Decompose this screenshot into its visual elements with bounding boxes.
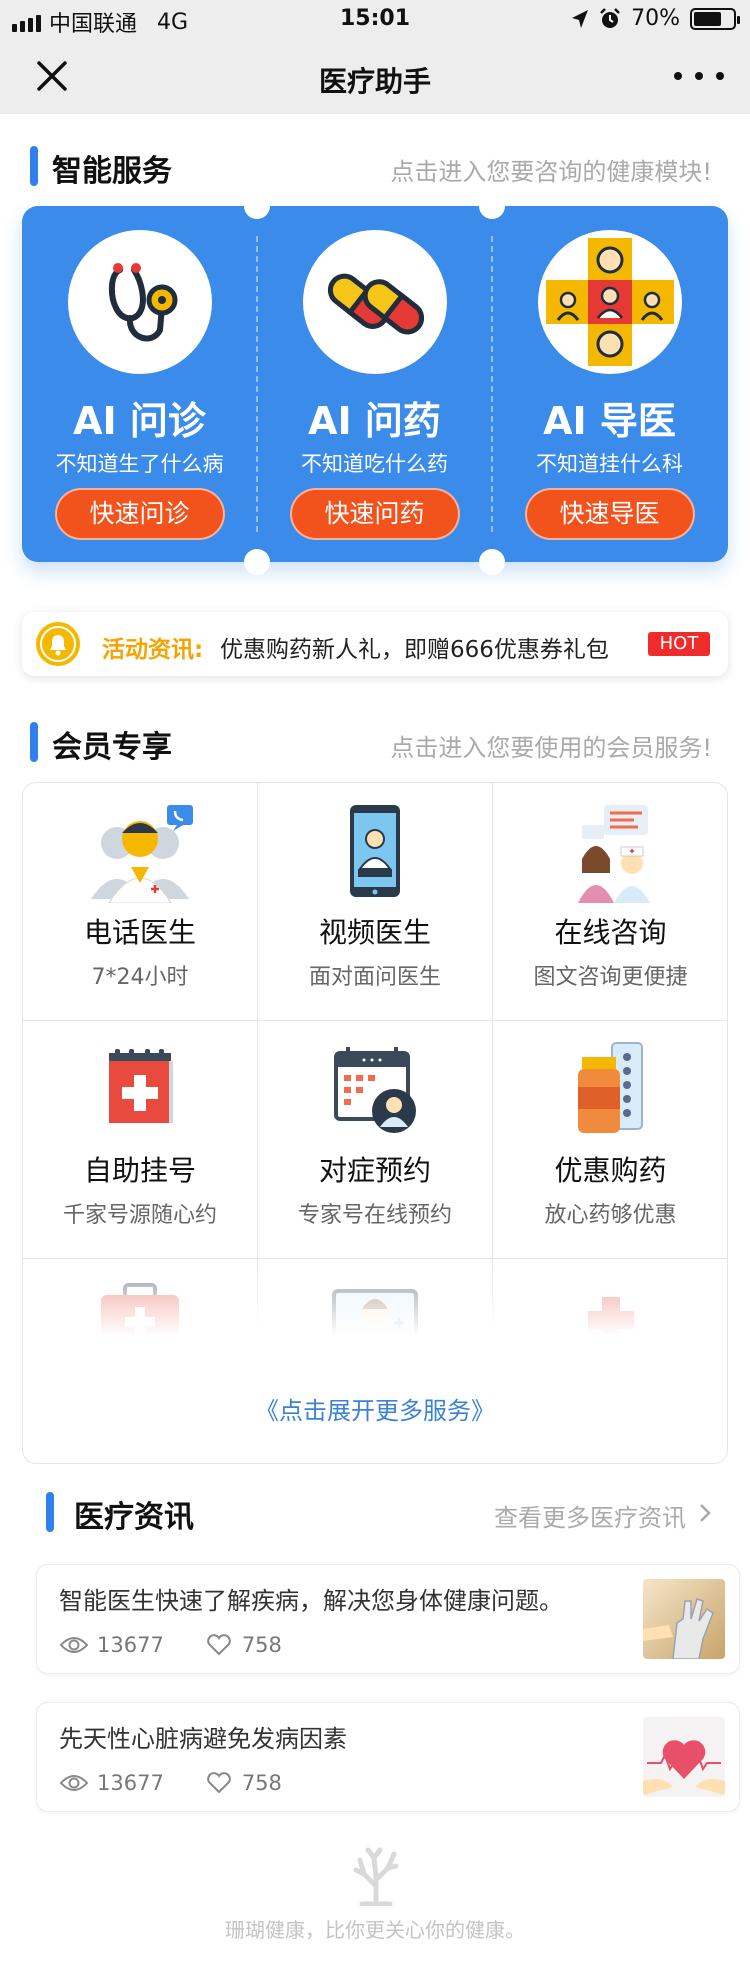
medical-news-title: 医疗资讯	[74, 1500, 194, 1535]
self-register-item[interactable]: 自助挂号 千家号源随心约	[23, 1021, 258, 1259]
bell-icon	[36, 622, 80, 666]
symptom-appointment-title: 对症预约	[318, 1154, 431, 1187]
more-news-link[interactable]: 查看更多医疗资讯	[494, 1498, 686, 1533]
hot-badge: HOT	[648, 632, 710, 656]
heart-icon[interactable]	[204, 1772, 234, 1794]
section-accent-bar	[30, 146, 38, 186]
news-meta: 13677 758	[59, 1633, 282, 1657]
smart-services-hint: 点击进入您要咨询的健康模块!	[390, 158, 712, 186]
expand-more-services-link[interactable]: 《点击展开更多服务》	[23, 1391, 727, 1426]
footer-slogan: 珊瑚健康，比你更关心你的健康。	[225, 1918, 525, 1942]
fade-overlay	[23, 1259, 727, 1369]
discount-medicine-item[interactable]: 优惠购药 放心药够优惠	[493, 1021, 727, 1259]
view-count: 13677	[97, 1771, 164, 1795]
ai-medicine-title: AI 问药	[308, 399, 441, 443]
like-count: 758	[241, 1771, 282, 1795]
smart-services-title: 智能服务	[52, 154, 172, 189]
online-consult-item[interactable]: 在线咨询 图文咨询更便捷	[493, 783, 727, 1021]
phone-doctor-item[interactable]: 电话医生 7*24小时	[23, 783, 258, 1021]
discount-medicine-subtitle: 放心药够优惠	[544, 1203, 677, 1228]
smart-services-header: 智能服务 点击进入您要咨询的健康模块!	[30, 144, 712, 190]
section-accent-bar	[30, 722, 38, 762]
video-doctor-subtitle: 面对面问医生	[308, 965, 441, 990]
ai-guide-card[interactable]: AI 导医 不知道挂什么科 快速导医	[492, 206, 727, 562]
news-meta: 13677 758	[59, 1771, 282, 1795]
ai-guide-title: AI 导医	[543, 399, 676, 443]
calendar-register-icon	[109, 1049, 173, 1123]
ticker-text: 优惠购药新人礼，即赠666优惠券礼包	[220, 637, 609, 663]
member-header: 会员专享 点击进入您要使用的会员服务!	[30, 720, 712, 766]
news-title: 先天性心脏病避免发病因素	[59, 1725, 347, 1753]
quick-guide-button[interactable]: 快速导医	[524, 488, 695, 540]
page-title: 医疗助手	[318, 65, 431, 98]
video-doctor-title: 视频医生	[318, 916, 431, 949]
status-right: 70%	[571, 6, 740, 31]
symptom-appointment-subtitle: 专家号在线预约	[297, 1203, 452, 1228]
phone-doctor-subtitle: 7*24小时	[91, 965, 189, 990]
robot-hand-thumbnail	[643, 1579, 725, 1659]
news-item[interactable]: 智能医生快速了解疾病，解决您身体健康问题。 13677 758	[36, 1564, 740, 1674]
like-count: 758	[241, 1633, 282, 1657]
ai-guide-subtitle: 不知道挂什么科	[536, 452, 683, 476]
quick-medicine-button[interactable]: 快速问药	[289, 488, 460, 540]
discount-medicine-title: 优惠购药	[554, 1154, 667, 1187]
eye-icon	[59, 1637, 89, 1653]
smart-services-card: AI 问诊 不知道生了什么病 快速问诊 AI 问药 不知道吃什么药 快速问药 A…	[22, 193, 728, 575]
video-doctor-icon	[350, 805, 400, 897]
video-doctor-item[interactable]: 视频医生 面对面问医生	[258, 783, 493, 1021]
self-register-subtitle: 千家号源随心约	[62, 1203, 217, 1228]
ai-diagnosis-card[interactable]: AI 问诊 不知道生了什么病 快速问诊	[22, 206, 257, 562]
nav-bar: 医疗助手	[0, 40, 750, 114]
ticker-label: 活动资讯:	[102, 637, 204, 663]
phone-doctor-title: 电话医生	[83, 916, 196, 949]
online-consult-icon	[577, 805, 650, 903]
activity-news-ticker[interactable]: 活动资讯: 优惠购药新人礼，即赠666优惠券礼包 HOT	[22, 612, 728, 676]
online-consult-subtitle: 图文咨询更便捷	[533, 965, 688, 990]
medicine-bottle-icon	[577, 1042, 643, 1133]
news-title: 智能医生快速了解疾病，解决您身体健康问题。	[59, 1587, 563, 1615]
view-count: 13677	[97, 1633, 164, 1657]
member-hint: 点击进入您要使用的会员服务!	[390, 734, 712, 762]
status-bar: 中国联通 4G 15:01 70%	[0, 0, 750, 40]
online-consult-title: 在线咨询	[554, 916, 667, 949]
self-register-title: 自助挂号	[83, 1154, 196, 1187]
member-services-grid: 电话医生 7*24小时 视频医生 面对面问医生 在线咨询 图文咨询更便捷 自助挂…	[22, 782, 728, 1464]
ai-diagnosis-subtitle: 不知道生了什么病	[55, 452, 224, 476]
medical-news-header: 医疗资讯 查看更多医疗资讯	[46, 1490, 712, 1536]
ai-medicine-subtitle: 不知道吃什么药	[301, 452, 448, 476]
battery-percent: 70%	[631, 6, 680, 31]
quick-diagnosis-button[interactable]: 快速问诊	[54, 488, 225, 540]
phone-doctor-icon	[91, 805, 193, 903]
battery-fill	[694, 11, 721, 26]
eye-icon	[59, 1775, 89, 1791]
member-title: 会员专享	[52, 730, 172, 765]
ai-diagnosis-title: AI 问诊	[73, 399, 206, 443]
department-guide-icon	[537, 230, 682, 374]
heart-hands-thumbnail	[643, 1717, 725, 1797]
stethoscope-icon	[67, 230, 212, 374]
alarm-clock-icon	[600, 7, 620, 28]
chevron-right-icon[interactable]	[698, 1502, 712, 1524]
location-arrow-icon	[572, 9, 589, 28]
battery-icon	[690, 7, 740, 30]
news-item[interactable]: 先天性心脏病避免发病因素 13677 758	[36, 1702, 740, 1812]
more-icon[interactable]	[674, 56, 724, 96]
heart-icon[interactable]	[204, 1634, 234, 1656]
appointment-icon	[334, 1047, 416, 1133]
coral-logo-icon	[353, 1847, 399, 1906]
ai-medicine-card[interactable]: AI 问药 不知道吃什么药 快速问药	[257, 206, 492, 562]
pill-capsules-icon	[302, 230, 447, 374]
section-accent-bar	[46, 1492, 54, 1532]
symptom-appointment-item[interactable]: 对症预约 专家号在线预约	[258, 1021, 493, 1259]
